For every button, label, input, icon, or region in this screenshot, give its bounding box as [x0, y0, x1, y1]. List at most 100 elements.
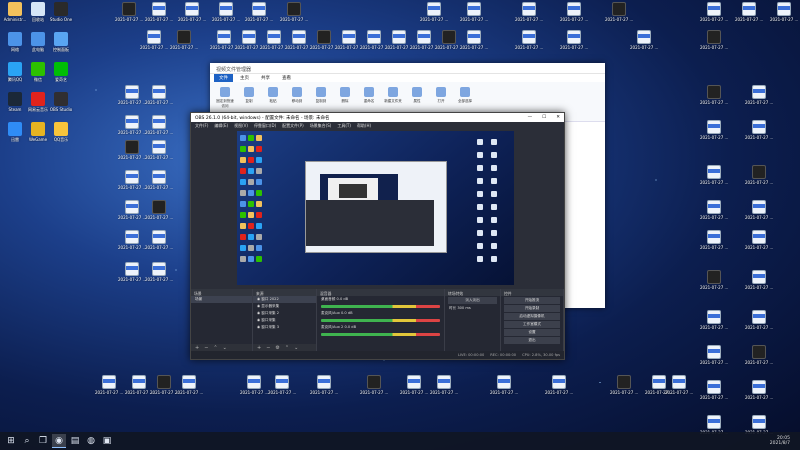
desktop-file-icon[interactable]: 2021-07-27 ...	[178, 2, 206, 22]
volume-meter[interactable]	[321, 319, 440, 322]
desktop-file-icon[interactable]: 2021-07-27 ...	[700, 345, 728, 365]
desktop-file-icon[interactable]: 2021-07-27 ...	[700, 310, 728, 330]
desktop-file-icon[interactable]: 2021-07-27 ...	[435, 30, 463, 50]
desktop-file-icon[interactable]: 2021-07-27 ...	[95, 375, 123, 395]
desktop-file-icon[interactable]: 2021-07-27 ...	[260, 30, 288, 50]
desktop-file-icon[interactable]: 2021-07-27 ...	[745, 310, 773, 330]
tab-file[interactable]: 文件	[214, 74, 233, 82]
volume-meter[interactable]	[321, 333, 440, 336]
windows-start-icon[interactable]: ⊞	[4, 434, 18, 448]
maximize-icon[interactable]: ☐	[542, 115, 546, 120]
duration-input[interactable]: 300 ms	[457, 306, 470, 310]
desktop-file-icon[interactable]: 2021-07-27 ...	[605, 2, 633, 22]
desktop-file-icon[interactable]: 2021-07-27 ...	[560, 30, 588, 50]
desktop-file-icon[interactable]: 2021-07-27 ...	[145, 85, 173, 105]
gear-icon[interactable]: ⚙	[275, 345, 279, 351]
desktop-file-icon[interactable]: 2021-07-27 ...	[360, 375, 388, 395]
desktop-file-icon[interactable]: 2021-07-27 ...	[118, 170, 146, 190]
desktop-file-icon[interactable]: 2021-07-27 ...	[145, 2, 173, 22]
desktop-file-icon[interactable]: 2021-07-27 ...	[700, 270, 728, 290]
add-icon[interactable]: +	[195, 345, 199, 351]
move-down-icon[interactable]: ⌄	[223, 345, 227, 351]
control-button[interactable]: 启动虚拟摄像机	[504, 313, 560, 320]
remove-icon[interactable]: −	[204, 345, 208, 351]
desktop-file-icon[interactable]: 2021-07-27 ...	[400, 375, 428, 395]
desktop-file-icon[interactable]: 2021-07-27 ...	[235, 30, 263, 50]
desktop-file-icon[interactable]: 2021-07-27 ...	[212, 2, 240, 22]
desktop-file-icon[interactable]: 2021-07-27 ...	[610, 375, 638, 395]
desktop-file-icon[interactable]: 2021-07-27 ...	[700, 380, 728, 400]
move-down-icon[interactable]: ⌄	[294, 345, 298, 351]
desktop-file-icon[interactable]: 2021-07-27 ...	[118, 230, 146, 250]
obs-menu-item[interactable]: 编辑(E)	[214, 123, 228, 128]
desktop-file-icon[interactable]: 2021-07-27 ...	[560, 2, 588, 22]
desktop-file-icon[interactable]: 2021-07-27 ...	[125, 375, 153, 395]
desktop-file-icon[interactable]: 2021-07-27 ...	[118, 200, 146, 220]
obs-preview[interactable]	[237, 131, 514, 285]
control-button[interactable]: 工作室模式	[504, 321, 560, 328]
desktop-file-icon[interactable]: 2021-07-27 ...	[460, 2, 488, 22]
desktop-file-icon[interactable]: 2021-07-27 ...	[460, 30, 488, 50]
desktop-file-icon[interactable]: 2021-07-27 ...	[515, 2, 543, 22]
desktop-file-icon[interactable]: 2021-07-27 ...	[735, 2, 763, 22]
desktop-icon[interactable]: OBS Studio	[47, 92, 75, 112]
desktop-file-icon[interactable]: 2021-07-27 ...	[175, 375, 203, 395]
transition-select[interactable]: 淡入淡出	[448, 297, 497, 304]
obs-menu-item[interactable]: 帮助(H)	[357, 123, 371, 128]
search-icon[interactable]: ⌕	[20, 434, 34, 448]
desktop-file-icon[interactable]: 2021-07-27 ...	[430, 375, 458, 395]
desktop-file-icon[interactable]: 2021-07-27 ...	[150, 375, 178, 395]
tab-share[interactable]: 共享	[256, 74, 275, 82]
desktop-file-icon[interactable]: 2021-07-27 ...	[700, 30, 728, 50]
desktop-file-icon[interactable]: 2021-07-27 ...	[630, 30, 658, 50]
obs-menu-item[interactable]: 文件(F)	[195, 123, 208, 128]
desktop-file-icon[interactable]: 2021-07-27 ...	[145, 115, 173, 135]
scene-item[interactable]: 场景	[191, 296, 252, 303]
close-icon[interactable]: ✕	[556, 115, 560, 120]
desktop-file-icon[interactable]: 2021-07-27 ...	[700, 230, 728, 250]
desktop-file-icon[interactable]: 2021-07-27 ...	[745, 230, 773, 250]
explorer-taskbar-icon[interactable]: ▤	[68, 434, 82, 448]
desktop-file-icon[interactable]: 2021-07-27 ...	[145, 200, 173, 220]
add-icon[interactable]: +	[257, 345, 261, 351]
control-button[interactable]: 开始录制	[504, 305, 560, 312]
source-item[interactable]: ◉ 显示器采集	[253, 303, 316, 310]
desktop-file-icon[interactable]: 2021-07-27 ...	[745, 345, 773, 365]
desktop-file-icon[interactable]: 2021-07-27 ...	[745, 200, 773, 220]
desktop-file-icon[interactable]: 2021-07-27 ...	[420, 2, 448, 22]
obs-menu-item[interactable]: 视图(V)	[234, 123, 248, 128]
chrome-icon[interactable]: ◍	[84, 434, 98, 448]
desktop-file-icon[interactable]: 2021-07-27 ...	[268, 375, 296, 395]
desktop-file-icon[interactable]: 2021-07-27 ...	[410, 30, 438, 50]
desktop-file-icon[interactable]: 2021-07-27 ...	[140, 30, 168, 50]
obs-window[interactable]: OBS 26.1.0 (64-bit, windows) - 配置文件: 未命名…	[190, 112, 565, 360]
desktop-file-icon[interactable]: 2021-07-27 ...	[145, 230, 173, 250]
source-item[interactable]: ◉ 窗口采集 3	[253, 324, 316, 331]
system-tray-clock[interactable]: 20:05 2021/8/7	[770, 436, 796, 446]
desktop-file-icon[interactable]: 2021-07-27 ...	[118, 262, 146, 282]
desktop-file-icon[interactable]: 2021-07-27 ...	[118, 115, 146, 135]
obs-menu-item[interactable]: 停靠窗口(D)	[254, 123, 276, 128]
obs-menu-item[interactable]: 配置文件(P)	[282, 123, 304, 128]
desktop-icon[interactable]: Studio One	[47, 2, 75, 22]
source-item[interactable]: ◉ 窗口 2022	[253, 296, 316, 303]
desktop-icon[interactable]: QQ音乐	[47, 122, 75, 142]
obs-menu-item[interactable]: 场景集合(S)	[310, 123, 332, 128]
desktop-file-icon[interactable]: 2021-07-27 ...	[745, 85, 773, 105]
desktop-file-icon[interactable]: 2021-07-27 ...	[700, 200, 728, 220]
desktop-file-icon[interactable]: 2021-07-27 ...	[118, 140, 146, 160]
source-item[interactable]: ◉ 窗口采集 2	[253, 310, 316, 317]
desktop-icon[interactable]: 爱奇艺	[47, 62, 75, 82]
remove-icon[interactable]: −	[266, 345, 270, 351]
desktop-file-icon[interactable]: 2021-07-27 ...	[745, 380, 773, 400]
desktop-icon[interactable]: 控制面板	[47, 32, 75, 52]
volume-meter[interactable]	[321, 305, 440, 308]
obs-menu-item[interactable]: 工具(T)	[337, 123, 351, 128]
move-up-icon[interactable]: ⌃	[213, 345, 217, 351]
desktop-file-icon[interactable]: 2021-07-27 ...	[145, 140, 173, 160]
control-button[interactable]: 设置	[504, 329, 560, 336]
desktop-file-icon[interactable]: 2021-07-27 ...	[700, 120, 728, 140]
desktop-file-icon[interactable]: 2021-07-27 ...	[118, 85, 146, 105]
desktop-file-icon[interactable]: 2021-07-27 ...	[700, 85, 728, 105]
desktop-file-icon[interactable]: 2021-07-27 ...	[770, 2, 798, 22]
